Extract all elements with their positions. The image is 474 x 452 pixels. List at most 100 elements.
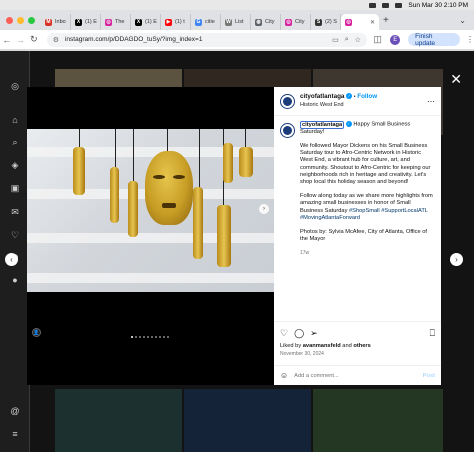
x-icon: X (135, 18, 142, 26)
address-bar[interactable]: ⚙ instagram.com/p/DDAGDO_tuSy/?img_index… (46, 32, 367, 47)
search-icon[interactable]: ⌕ (10, 137, 20, 147)
profile-icon[interactable]: ● (10, 275, 20, 285)
carousel-indicator-dots (131, 336, 169, 338)
caption-avatar[interactable] (280, 123, 295, 138)
new-tab-button[interactable]: + (383, 15, 389, 26)
liked-by-user[interactable]: avanmansfeld (303, 343, 341, 349)
menubar-clock[interactable]: Sun Mar 30 2:10 PM (408, 2, 468, 9)
caption-username[interactable]: cityofatlantaga (300, 120, 345, 129)
forward-arrow-icon[interactable]: → (14, 35, 28, 45)
tab-title: (2) S (325, 19, 337, 25)
profile-avatar[interactable]: E (390, 34, 401, 45)
tab-title: City (295, 19, 305, 25)
close-modal-icon[interactable]: ✕ (450, 71, 462, 88)
browser-tab[interactable]: S (2) S (311, 14, 341, 30)
tab-title: List (235, 19, 244, 25)
tab-list: M Inbo X (1) E ◎ The X (1) E ▶ (1) t Gcitie W List ◍ C… (41, 10, 379, 30)
url-text[interactable]: instagram.com/p/DDAGDO_tuSy/?img_index=1 (65, 36, 202, 43)
likes-summary[interactable]: Liked by avanmansfeld and others (280, 343, 435, 349)
tab-title: (1) E (85, 19, 97, 25)
instagram-icon: ◎ (285, 18, 292, 26)
account-avatar[interactable] (280, 93, 295, 109)
caption-photo-credit: Photos by: Sylvia McAfee, City of Atlant… (300, 228, 427, 243)
extensions-icon[interactable]: ◫ (371, 34, 385, 45)
tab-title: City (265, 19, 275, 25)
next-post-arrow-icon[interactable]: › (450, 253, 463, 266)
bookmark-star-icon[interactable]: ☆ (355, 36, 361, 44)
post-media: › 👤 (27, 87, 274, 385)
home-icon[interactable]: ⌂ (10, 115, 20, 125)
close-tab-icon[interactable]: ✕ (370, 19, 375, 26)
post-location[interactable]: Historic West End (300, 101, 377, 109)
browser-tab[interactable]: X (1) E (71, 14, 101, 30)
browser-tab[interactable]: ▶ (1) t (161, 14, 191, 30)
cast-icon[interactable]: ▭ (332, 36, 339, 44)
battery-icon[interactable] (369, 2, 377, 8)
liked-by-others[interactable]: others (353, 343, 370, 349)
threads-icon[interactable]: @ (10, 406, 20, 416)
caption-age: 17w (300, 250, 310, 257)
reels-icon[interactable]: ▣ (10, 183, 20, 193)
tab-title: (1) t (175, 19, 185, 25)
comment-bubble-icon[interactable]: ◯ (294, 328, 304, 339)
zoom-window-button[interactable] (28, 16, 35, 24)
google-icon: G (195, 18, 202, 26)
browser-tab[interactable]: Gcitie (191, 14, 221, 30)
browser-tab[interactable]: M Inbo (41, 14, 71, 30)
verified-badge-icon: ✓ (345, 121, 352, 127)
window-controls (0, 16, 41, 24)
follow-button[interactable]: Follow (357, 93, 377, 100)
more-options-icon[interactable]: ⋯ (427, 97, 435, 106)
youtube-icon: ▶ (165, 18, 172, 26)
tagged-users-icon[interactable]: 👤 (32, 328, 41, 337)
post-comment-button[interactable]: Post (423, 373, 435, 379)
browser-tab[interactable]: W List (221, 14, 251, 30)
like-heart-icon[interactable]: ♡ (280, 328, 288, 339)
reload-icon[interactable]: ↻ (27, 34, 41, 45)
caption-paragraph-2: We followed Mayor Dickens on his Small B… (300, 142, 431, 185)
messages-icon[interactable]: ✉ (10, 207, 20, 217)
gmail-icon: M (45, 18, 52, 26)
explore-icon[interactable]: ◈ (10, 160, 20, 170)
notifications-heart-icon[interactable]: ♡ (10, 230, 20, 240)
instagram-logo-icon[interactable]: ◎ (10, 81, 20, 91)
tab-title: Inbo (55, 19, 66, 25)
site-settings-icon[interactable]: ⚙ (53, 36, 59, 44)
close-window-button[interactable] (6, 16, 13, 24)
browser-tab[interactable]: ◎ ✕ (341, 14, 379, 30)
minimize-window-button[interactable] (17, 16, 24, 24)
browser-tab[interactable]: ◍ City (251, 14, 281, 30)
gold-mask-pendant (145, 151, 193, 225)
zoom-icon[interactable]: ⌕ (345, 36, 349, 44)
account-username[interactable]: cityofatlantaga (300, 93, 344, 100)
verified-badge-icon: ✓ (346, 93, 353, 100)
tab-title: (1) E (145, 19, 157, 25)
back-arrow-icon[interactable]: ← (0, 35, 14, 45)
share-send-icon[interactable]: ➢ (310, 328, 318, 339)
more-menu-icon[interactable]: ≡ (10, 429, 20, 439)
previous-post-arrow-icon[interactable]: ‹ (5, 253, 18, 266)
comment-box: ☺ Add a comment... Post (274, 365, 441, 385)
next-image-chevron-icon[interactable]: › (259, 204, 269, 214)
tab-search-chevron-icon[interactable]: ⌄ (459, 16, 466, 25)
wifi-icon[interactable] (382, 2, 390, 8)
browser-menu-icon[interactable]: ⋮ (466, 35, 474, 44)
post-photo-jewelry (27, 129, 274, 292)
site-icon: S (315, 18, 322, 26)
browser-tab[interactable]: ◎ City (281, 14, 311, 30)
emoji-icon[interactable]: ☺ (280, 371, 288, 380)
x-icon: X (75, 18, 82, 26)
wikipedia-icon: W (225, 18, 232, 26)
likes-mid: and (340, 343, 354, 349)
instagram-sidebar: ◎ ⌂ ⌕ ◈ ▣ ✉ ♡ ⊕ ● @ ≡ (0, 51, 30, 452)
menubar-status-icons (369, 2, 403, 8)
comment-input[interactable]: Add a comment... (294, 373, 339, 379)
browser-tab[interactable]: ◎ The (101, 14, 131, 30)
save-bookmark-icon[interactable]: ⎕ (430, 328, 435, 339)
browser-toolbar: ← → ↻ ⚙ instagram.com/p/DDAGDO_tuSy/?img… (0, 30, 474, 50)
control-center-icon[interactable] (395, 2, 403, 8)
instagram-icon: ◎ (105, 18, 112, 26)
finish-update-button[interactable]: Finish update (408, 33, 460, 47)
browser-tab[interactable]: X (1) E (131, 14, 161, 30)
likes-prefix: Liked by (280, 343, 303, 349)
